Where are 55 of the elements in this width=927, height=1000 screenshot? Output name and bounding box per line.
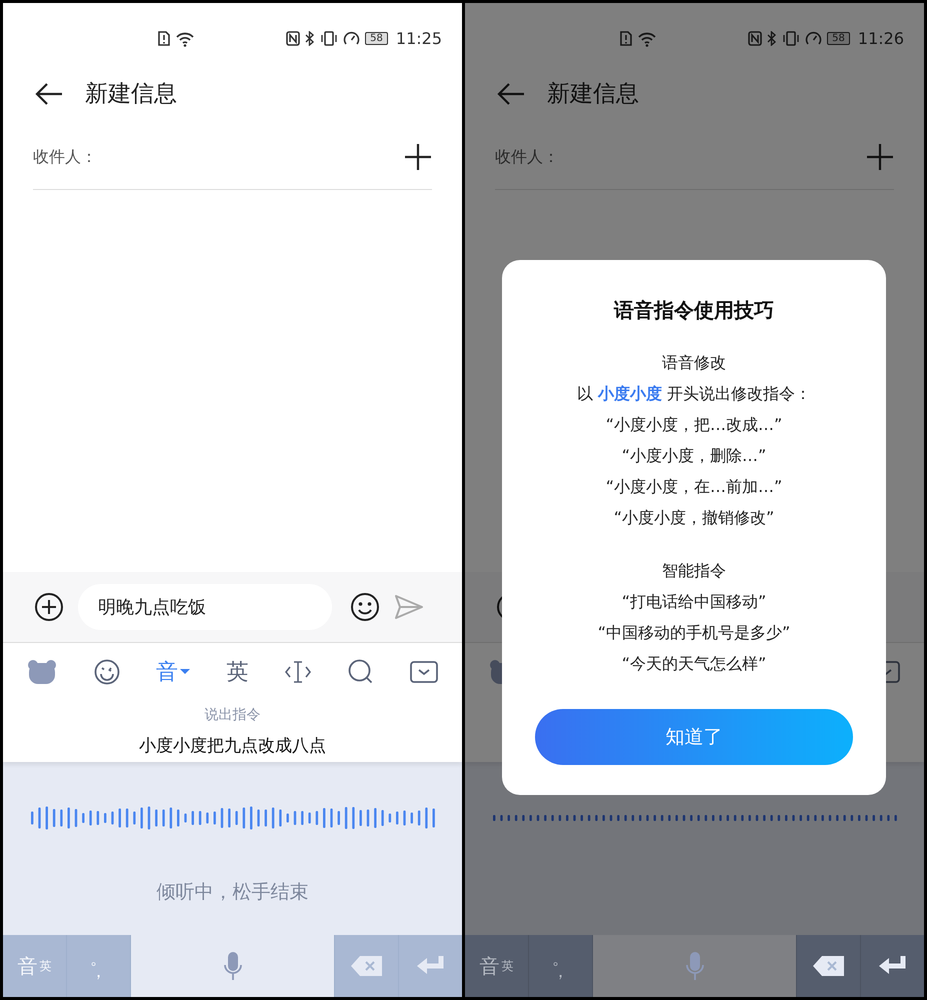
tip-line: 以 小度小度 开头说出修改指令：: [576, 383, 812, 405]
search-icon[interactable]: [348, 658, 374, 684]
tip-line: “小度小度，删除…”: [622, 445, 766, 467]
battery-indicator: 58: [365, 32, 388, 45]
bluetooth-icon: [767, 31, 778, 46]
punctuation-key[interactable]: 。 ，: [67, 935, 130, 997]
tip-line: “小度小度，在…前加…”: [606, 476, 782, 498]
nfc-icon: [748, 31, 762, 46]
recipient-label: 收件人：: [33, 146, 97, 168]
backspace-key[interactable]: [797, 935, 860, 997]
message-field[interactable]: 明晚九点吃饭: [78, 584, 332, 630]
dialog-title: 语音指令使用技巧: [614, 297, 774, 324]
microphone-icon: [684, 951, 704, 981]
nfc-icon: [286, 31, 300, 46]
speedometer-icon: [805, 31, 822, 46]
sim-alert-icon: [620, 31, 632, 46]
backspace-icon: [812, 955, 846, 977]
microphone-icon: [222, 951, 242, 981]
add-circle-icon[interactable]: [34, 592, 64, 622]
wifi-icon: [637, 30, 657, 46]
battery-indicator: 58: [827, 32, 850, 45]
input-mode-tab[interactable]: 音: [156, 656, 190, 686]
recipient-label: 收件人：: [495, 146, 559, 168]
smiley-icon[interactable]: [350, 592, 380, 622]
tip-line: “小度小度，把…改成…”: [606, 414, 782, 436]
add-icon[interactable]: [404, 143, 432, 171]
section-heading: 语音修改: [662, 352, 726, 374]
voice-transcript: 小度小度把九点改成八点: [139, 735, 326, 757]
punctuation-key[interactable]: 。 ，: [529, 935, 592, 997]
bluetooth-icon: [305, 31, 316, 46]
screen-title: 新建信息: [85, 80, 177, 109]
collapse-keyboard-icon[interactable]: [410, 660, 438, 682]
tip-line: “打电话给中国移动”: [622, 591, 766, 613]
section-heading: 智能指令: [662, 560, 726, 582]
vibrate-icon: [320, 31, 338, 46]
wink-face-icon[interactable]: [94, 658, 120, 684]
status-time: 11:25: [396, 29, 442, 48]
input-mode-tab[interactable]: 英: [226, 656, 248, 686]
backspace-icon: [350, 955, 384, 977]
voice-prompt: 说出指令: [204, 706, 260, 724]
got-it-button[interactable]: 知道了: [535, 709, 853, 765]
tip-line: “今天的天气怎么样”: [622, 653, 766, 675]
bear-logo-icon[interactable]: [27, 658, 57, 684]
text-cursor-icon[interactable]: [285, 660, 311, 684]
screen-title: 新建信息: [547, 80, 639, 109]
back-arrow-icon[interactable]: [35, 82, 63, 106]
speedometer-icon: [343, 31, 360, 46]
status-time: 11:26: [858, 29, 904, 48]
wifi-icon: [175, 30, 195, 46]
vibrate-icon: [782, 31, 800, 46]
tip-line: “小度小度，撤销修改”: [614, 507, 774, 529]
sim-alert-icon: [158, 31, 170, 46]
tip-line: “中国移动的手机号是多少”: [598, 622, 790, 644]
enter-key[interactable]: [861, 935, 924, 997]
listening-hint: 倾听中，松手结束: [156, 880, 308, 905]
